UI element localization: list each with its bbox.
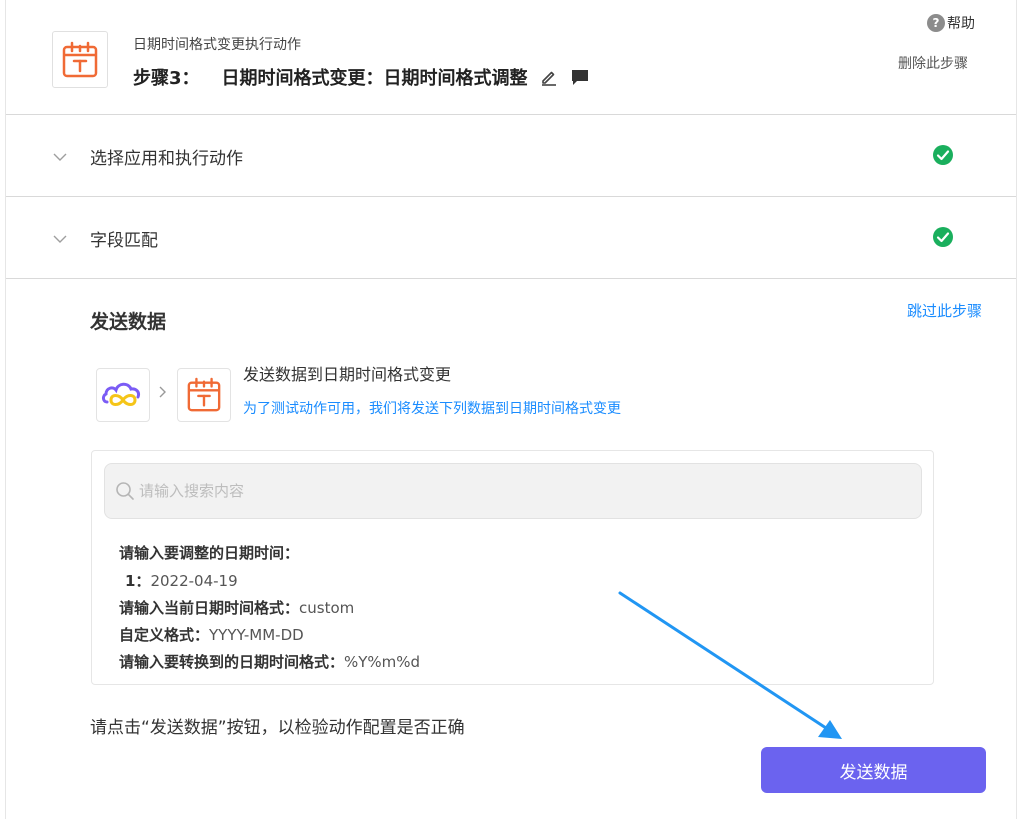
- field-value: 2022-04-19: [150, 572, 238, 590]
- section-field-mapping[interactable]: 字段匹配: [6, 197, 1016, 277]
- field-key: 请输入当前日期时间格式：: [119, 599, 300, 617]
- step-title: 日期时间格式变更：日期时间格式调整: [221, 68, 528, 89]
- field-row: 1：2022-04-19: [125, 570, 238, 591]
- step-subtitle: 日期时间格式变更执行动作: [133, 37, 301, 53]
- check-circle-icon: [932, 226, 954, 252]
- help-label: 帮助: [947, 16, 975, 32]
- field-key: 请输入要转换到的日期时间格式：: [119, 653, 345, 671]
- chevron-right-icon: [157, 384, 167, 403]
- search-input[interactable]: [135, 464, 921, 518]
- question-circle-icon: ?: [927, 14, 945, 32]
- search-box: [104, 463, 922, 519]
- send-data-title: 发送数据: [90, 311, 167, 333]
- field-key: 自定义格式：: [119, 626, 210, 644]
- step-number-label: 步骤3：: [133, 68, 200, 89]
- section-select-app[interactable]: 选择应用和执行动作: [6, 115, 1016, 195]
- field-value: %Y%m%d: [344, 653, 421, 671]
- section-label: 选择应用和执行动作: [90, 149, 243, 169]
- comment-icon[interactable]: [570, 68, 590, 86]
- help-link[interactable]: ? 帮助: [927, 13, 975, 33]
- flow-title: 发送数据到日期时间格式变更: [243, 365, 452, 384]
- field-value: YYYY-MM-DD: [209, 626, 304, 644]
- field-key: 1：: [125, 572, 151, 590]
- field-row: 自定义格式：YYYY-MM-DD: [119, 624, 304, 645]
- field-row: 请输入当前日期时间格式：custom: [119, 597, 354, 618]
- skip-step-link[interactable]: 跳过此步骤: [907, 300, 982, 321]
- divider: [6, 278, 1016, 279]
- data-preview-panel: 请输入要调整的日期时间： 1：2022-04-19 请输入当前日期时间格式：cu…: [91, 450, 934, 685]
- calendar-t-icon: [177, 368, 231, 422]
- delete-step-link[interactable]: 删除此步骤: [898, 53, 968, 73]
- field-row: 请输入要调整的日期时间：: [119, 542, 299, 563]
- section-label: 字段匹配: [90, 231, 158, 251]
- cloud-infinity-logo: [96, 368, 150, 422]
- field-key: 请输入要调整的日期时间：: [119, 544, 300, 562]
- step-title-row: 步骤3： 日期时间格式变更：日期时间格式调整: [133, 64, 590, 90]
- send-data-button[interactable]: 发送数据: [761, 747, 986, 793]
- chevron-down-icon: [52, 229, 68, 248]
- chevron-down-icon: [52, 147, 68, 166]
- search-icon: [115, 481, 135, 501]
- hint-text: 请点击“发送数据”按钮，以检验动作配置是否正确: [90, 718, 465, 738]
- flow-description: 为了测试动作可用，我们将发送下列数据到日期时间格式变更: [243, 401, 621, 417]
- field-value: custom: [299, 599, 355, 617]
- check-circle-icon: [932, 144, 954, 170]
- pencil-icon[interactable]: [540, 68, 558, 86]
- app-calendar-icon: [52, 31, 108, 88]
- field-row: 请输入要转换到的日期时间格式：%Y%m%d: [119, 651, 420, 672]
